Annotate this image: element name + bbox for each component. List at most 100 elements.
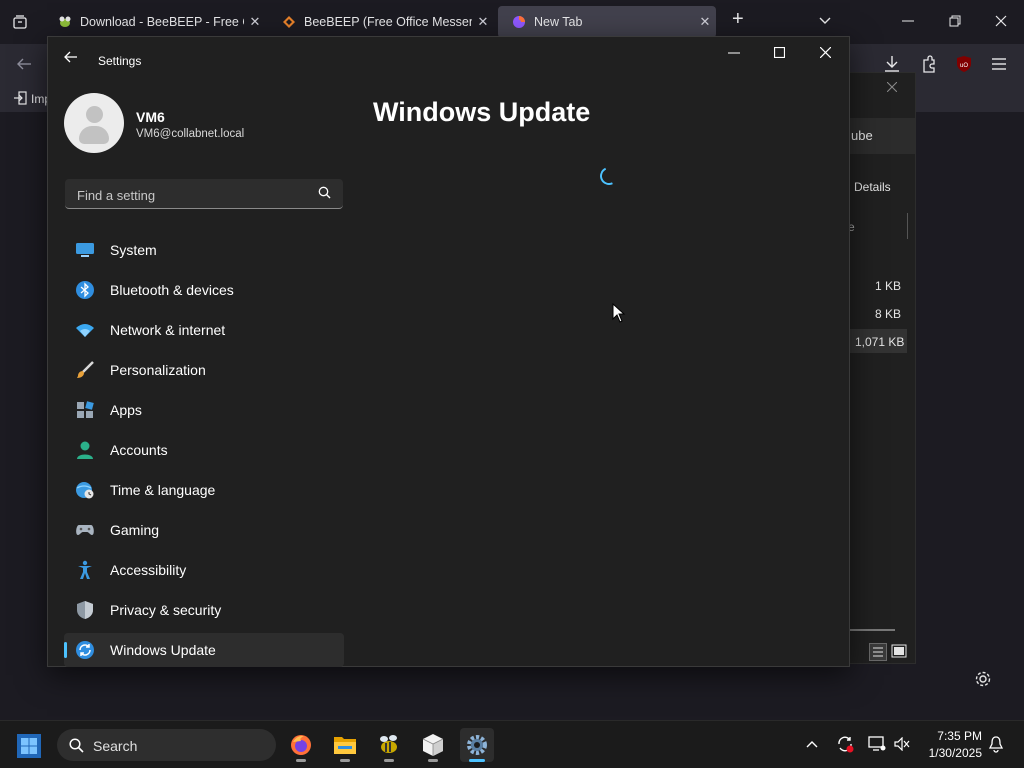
user-avatar[interactable]: [64, 93, 124, 153]
shield-icon: [74, 599, 96, 621]
file-size: 1 KB: [875, 279, 902, 293]
browser-minimize-icon[interactable]: [902, 20, 914, 22]
beebeep-favicon-icon: [59, 16, 71, 27]
tab-close-icon[interactable]: ✕: [244, 14, 266, 30]
settings-maximize-icon[interactable]: [774, 47, 785, 58]
clock-date[interactable]: 1/30/2025: [920, 746, 982, 760]
sidebar-item-windows-update[interactable]: Windows Update: [64, 633, 344, 667]
sidebar-item-gaming[interactable]: Gaming: [64, 513, 344, 547]
tab-close-icon[interactable]: ✕: [472, 14, 494, 30]
user-email: VM6@collabnet.local: [136, 128, 245, 140]
tab-new-tab[interactable]: New Tab ✕: [498, 6, 716, 38]
settings-back-arrow-icon[interactable]: [64, 51, 78, 63]
sidebar-item-label: Network & internet: [110, 322, 226, 338]
notification-bell-icon[interactable]: [989, 736, 1003, 753]
settings-app-title: Settings: [98, 54, 142, 68]
brush-icon: [74, 359, 96, 381]
tab-download-beebeep[interactable]: Download - BeeBEEP - Free Offi ✕: [44, 6, 266, 38]
column-divider: [907, 213, 908, 239]
taskbar-search-box[interactable]: Search: [57, 729, 276, 761]
list-tabs-chevron-icon[interactable]: [818, 16, 832, 26]
sidebar-item-accounts[interactable]: Accounts: [64, 433, 344, 467]
mouse-cursor-icon: [612, 303, 626, 323]
running-indicator: [296, 759, 306, 762]
tab-overview-icon[interactable]: [12, 14, 28, 30]
apps-icon: [74, 399, 96, 421]
extensions-icon[interactable]: [921, 55, 937, 73]
background-settings-gear-icon[interactable]: [974, 670, 992, 688]
taskbar-settings[interactable]: [460, 728, 494, 762]
active-indicator: [469, 759, 485, 762]
back-arrow-icon[interactable]: [16, 57, 32, 71]
sidebar-item-personalization[interactable]: Personalization: [64, 353, 344, 387]
sidebar-item-label: Accounts: [110, 442, 168, 458]
volume-muted-icon[interactable]: [894, 737, 910, 751]
sidebar-item-label: Time & language: [110, 482, 216, 498]
running-indicator: [384, 759, 394, 762]
user-name: VM6: [136, 109, 165, 125]
svg-text:uO: uO: [960, 63, 968, 69]
find-setting-box[interactable]: [65, 179, 343, 209]
loading-spinner-icon: [597, 164, 621, 188]
taskbar-beebeep[interactable]: [372, 728, 406, 762]
sync-error-icon[interactable]: [836, 735, 854, 753]
clock-time[interactable]: 7:35 PM: [930, 729, 982, 743]
start-windows-icon[interactable]: [16, 733, 42, 759]
taskbar-firefox[interactable]: [284, 728, 318, 762]
details-view-icon[interactable]: [869, 643, 887, 661]
settings-minimize-icon[interactable]: [728, 52, 740, 54]
sidebar-item-bluetooth[interactable]: Bluetooth & devices: [64, 273, 344, 307]
gamepad-icon: [74, 519, 96, 541]
network-status-icon[interactable]: [868, 736, 886, 752]
file-explorer-icon: [334, 737, 356, 754]
package-icon: [422, 734, 444, 756]
taskbar-package-app[interactable]: [416, 728, 450, 762]
accessibility-icon: [74, 559, 96, 581]
tab-title: New Tab: [534, 15, 583, 29]
sidebar-item-network[interactable]: Network & internet: [64, 313, 344, 347]
firefox-icon: [291, 735, 311, 755]
browser-close-icon[interactable]: [995, 15, 1007, 27]
sidebar-item-label: Personalization: [110, 362, 206, 378]
tab-close-icon[interactable]: ✕: [694, 14, 716, 30]
sidebar-item-label: Privacy & security: [110, 602, 222, 618]
beebeep-icon: [380, 735, 397, 753]
tab-beebeep-messenger[interactable]: BeeBEEP (Free Office Messenge ✕: [268, 6, 494, 38]
sidebar-item-label: Accessibility: [110, 562, 187, 578]
find-setting-input[interactable]: [75, 184, 309, 206]
file-size: 8 KB: [875, 307, 902, 321]
sidebar-item-label: Gaming: [110, 522, 160, 538]
sidebar-item-accessibility[interactable]: Accessibility: [64, 553, 344, 587]
system-icon: [74, 239, 96, 261]
firefox-favicon-icon: [513, 16, 525, 28]
beebeep-site-favicon-icon: [283, 16, 295, 28]
globe-clock-icon: [74, 479, 96, 501]
taskbar-file-explorer[interactable]: [328, 728, 362, 762]
preview-view-icon[interactable]: [891, 643, 907, 659]
details-label[interactable]: Details: [854, 180, 891, 194]
sidebar-item-label: Windows Update: [110, 642, 216, 658]
settings-close-icon[interactable]: [820, 47, 831, 58]
background-close-icon[interactable]: [887, 82, 897, 92]
settings-window: Settings VM6 VM6@collabnet.local System …: [47, 36, 850, 667]
tab-title: Download - BeeBEEP - Free Offi: [80, 15, 244, 29]
downloads-icon[interactable]: [884, 55, 900, 73]
running-indicator: [428, 759, 438, 762]
update-icon: [74, 639, 96, 661]
ublock-icon[interactable]: uO: [955, 55, 973, 73]
new-tab-button[interactable]: +: [732, 8, 744, 31]
browser-restore-icon[interactable]: [949, 15, 961, 27]
taskbar: Search 7:35 PM 1/30/2025: [0, 720, 1024, 768]
import-bookmarks-icon[interactable]: [13, 91, 27, 105]
sidebar-item-apps[interactable]: Apps: [64, 393, 344, 427]
search-icon[interactable]: [318, 186, 331, 199]
taskbar-search-label: Search: [93, 738, 138, 754]
file-size: 1,071 KB: [855, 335, 905, 349]
menu-hamburger-icon[interactable]: [992, 58, 1006, 70]
sidebar-item-privacy-security[interactable]: Privacy & security: [64, 593, 344, 627]
sidebar-item-system[interactable]: System: [64, 233, 344, 267]
show-hidden-icons-chevron-icon[interactable]: [806, 740, 818, 748]
sidebar-item-label: Bluetooth & devices: [110, 282, 234, 298]
sidebar-item-time-language[interactable]: Time & language: [64, 473, 344, 507]
accounts-icon: [74, 439, 96, 461]
